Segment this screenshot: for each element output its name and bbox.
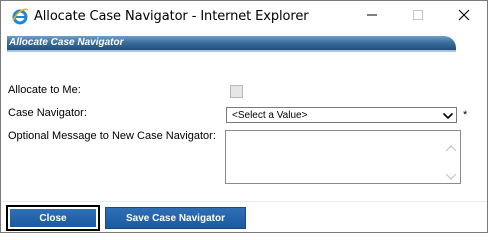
close-icon [458, 8, 470, 26]
case-navigator-select[interactable]: <Select a Value> [226, 107, 457, 123]
dialog-window: Allocate Case Navigator - Internet Explo… [0, 0, 488, 233]
allocate-to-me-checkbox[interactable] [230, 85, 243, 98]
minimize-button[interactable] [349, 1, 395, 32]
optional-message-textarea[interactable] [225, 130, 461, 184]
optional-message-label: Optional Message to New Case Navigator: [8, 130, 216, 142]
minimize-icon [366, 8, 378, 26]
allocate-to-me-label: Allocate to Me: [8, 84, 81, 96]
case-navigator-selected-value: <Select a Value> [232, 110, 308, 121]
section-header-title: Allocate Case Navigator [9, 37, 124, 48]
required-marker: * [463, 109, 468, 121]
maximize-icon [412, 8, 424, 26]
close-button[interactable]: Close [6, 205, 100, 231]
title-bar: Allocate Case Navigator - Internet Explo… [1, 1, 487, 32]
maximize-button[interactable] [395, 1, 441, 32]
internet-explorer-icon [11, 7, 29, 25]
save-case-navigator-button[interactable]: Save Case Navigator [105, 207, 246, 229]
scroll-up-icon[interactable] [445, 139, 457, 152]
chevron-down-icon [442, 109, 454, 121]
close-window-button[interactable] [441, 1, 487, 32]
scroll-down-icon[interactable] [445, 168, 457, 180]
section-header-underline [7, 50, 456, 52]
footer-divider [1, 201, 487, 202]
window-title: Allocate Case Navigator - Internet Explo… [34, 9, 309, 24]
case-navigator-label: Case Navigator: [8, 107, 87, 119]
